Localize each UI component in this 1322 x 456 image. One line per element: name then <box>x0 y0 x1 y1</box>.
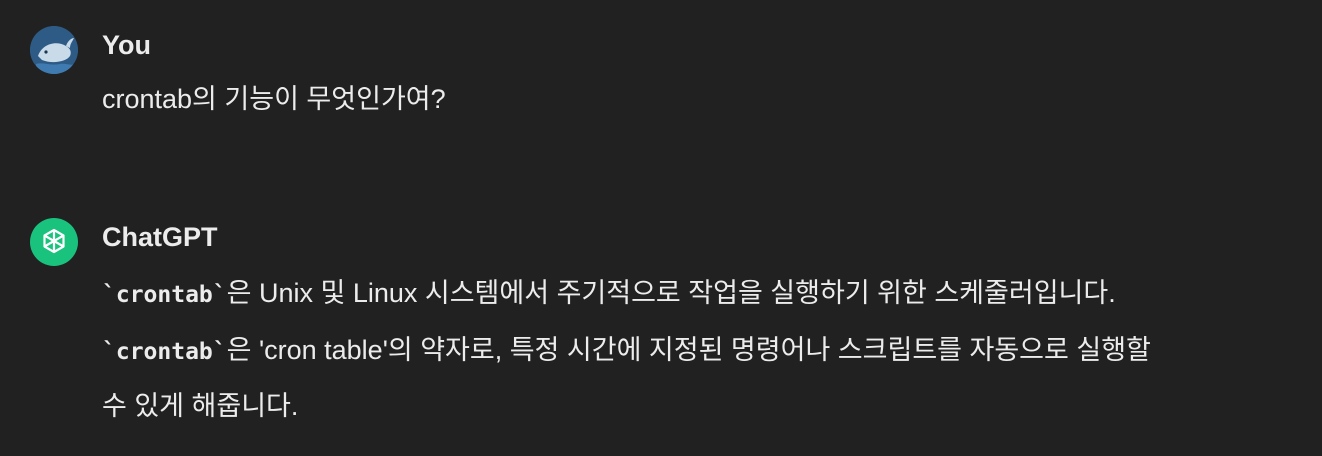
assistant-avatar <box>30 218 78 266</box>
whale-avatar-icon <box>30 26 78 74</box>
message-text: 은 Unix 및 Linux 시스템에서 주기적으로 작업을 실행하기 위한 스… <box>226 278 1116 308</box>
assistant-message-line: `crontab`은 Unix 및 Linux 시스템에서 주기적으로 작업을 … <box>102 276 1116 312</box>
openai-logo-icon <box>43 228 65 254</box>
assistant-message-line: 수 있게 해줍니다. <box>102 389 298 423</box>
message-text: 수 있게 해줍니다. <box>102 391 299 421</box>
message-text: 은 'cron table'의 약자로, 특정 시간에 지정된 명령어나 스크립… <box>226 335 1151 365</box>
user-message: crontab의 기능이 무엇인가여? <box>102 84 446 114</box>
inline-code: `crontab` <box>102 282 227 308</box>
inline-code: `crontab` <box>102 339 227 365</box>
assistant-message-line: `crontab`은 'cron table'의 약자로, 특정 시간에 지정된… <box>102 333 1151 369</box>
user-name: You <box>102 30 151 60</box>
assistant-name: ChatGPT <box>102 222 218 252</box>
user-avatar <box>30 26 78 74</box>
